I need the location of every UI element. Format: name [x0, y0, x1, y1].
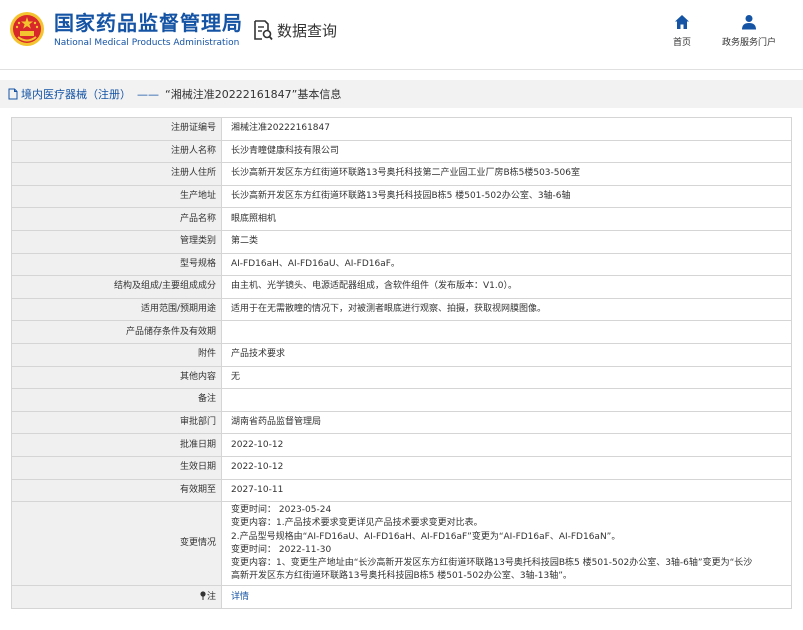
note-label-cell: 注 [11, 585, 222, 609]
national-emblem-icon[interactable] [9, 11, 45, 47]
field-value: 产品技术要求 [221, 342, 792, 367]
changes-value: 变更时间： 2023-05-24 变更内容：1.产品技术要求变更详见产品技术要求… [221, 501, 792, 587]
breadcrumb-section-link[interactable]: 境内医疗器械（注册） [21, 86, 131, 102]
field-label: 结构及组成/主要组成成分 [11, 275, 222, 299]
field-value [221, 320, 792, 344]
table-row-changes: 变更情况 变更时间： 2023-05-24 变更内容：1.产品技术要求变更详见产… [11, 501, 792, 587]
field-label: 批准日期 [11, 433, 222, 457]
field-label: 其他内容 [11, 365, 222, 390]
nav-home[interactable]: 首页 [668, 14, 696, 48]
data-query-label: 数据查询 [277, 21, 338, 40]
table-row: 附件 产品技术要求 [11, 342, 792, 367]
field-value [221, 388, 792, 412]
document-icon [8, 88, 18, 100]
field-label: 注册人住所 [11, 162, 222, 186]
note-label: 注 [206, 591, 216, 602]
field-value: 2022-10-12 [221, 455, 792, 480]
breadcrumb: 境内医疗器械（注册） —— “湘械注准20222161847”基本信息 [0, 80, 803, 108]
breadcrumb-current: “湘械注准20222161847”基本信息 [165, 88, 342, 101]
registration-detail-table: 注册证编号 湘械注准20222161847 注册人名称 长沙青瞳健康科技有限公司 注… [11, 117, 792, 609]
note-value: 详情 [221, 585, 792, 609]
user-icon [742, 15, 756, 30]
table-row: 审批部门 湖南省药品监督管理局 [11, 410, 792, 435]
site-title[interactable]: 国家药品监督管理局 [54, 11, 243, 35]
field-label: 注册人名称 [11, 139, 222, 164]
field-label: 审批部门 [11, 410, 222, 435]
field-label: 适用范围/预期用途 [11, 297, 222, 322]
table-row: 结构及组成/主要组成成分 由主机、光学镜头、电源适配器组成，含软件组件（发布版本：… [11, 275, 792, 299]
field-label: 型号规格 [11, 252, 222, 277]
table-row: 注册人住所 长沙高新开发区东方红街道环联路13号奥托科技第二产业园工业厂房B栋5楼… [11, 162, 792, 186]
field-value: 湖南省药品监督管理局 [221, 410, 792, 435]
table-row: 产品名称 眼底照相机 [11, 207, 792, 231]
field-value: 长沙高新开发区东方红街道环联路13号奥托科技第二产业园工业厂房B栋5楼503-5… [221, 162, 792, 186]
field-label: 备注 [11, 388, 222, 412]
field-value: 长沙青瞳健康科技有限公司 [221, 139, 792, 164]
nav-service-portal-label: 政务服务门户 [721, 38, 776, 48]
field-value: AI-FD16aH、AI-FD16aU、AI-FD16aF。 [221, 252, 792, 277]
field-label: 有效期至 [11, 478, 222, 503]
pin-icon [200, 591, 206, 600]
field-label: 生效日期 [11, 455, 222, 480]
table-row: 管理类别 第二类 [11, 229, 792, 254]
change-line: 变更内容：1.产品技术要求变更详见产品技术要求变更对比表。 [231, 518, 483, 529]
table-row-note: 注 详情 [11, 585, 792, 609]
home-icon [675, 15, 689, 29]
breadcrumb-separator: —— [137, 87, 159, 101]
table-row: 注册人名称 长沙青瞳健康科技有限公司 [11, 139, 792, 164]
header-divider [0, 69, 803, 70]
field-value: 眼底照相机 [221, 207, 792, 231]
field-label: 产品储存条件及有效期 [11, 320, 222, 344]
table-row: 注册证编号 湘械注准20222161847 [11, 117, 792, 141]
table-row: 生产地址 长沙高新开发区东方红街道环联路13号奥托科技园B栋5 楼501-502办… [11, 184, 792, 209]
field-label: 附件 [11, 342, 222, 367]
nav-home-label: 首页 [672, 38, 691, 48]
field-value: 无 [221, 365, 792, 390]
nav-service-portal[interactable]: 政务服务门户 [718, 14, 780, 48]
table-row: 产品储存条件及有效期 [11, 320, 792, 344]
field-value: 第二类 [221, 229, 792, 254]
table-row: 生效日期 2022-10-12 [11, 455, 792, 480]
table-row: 批准日期 2022-10-12 [11, 433, 792, 457]
change-line: 变更内容：1、变更生产地址由“长沙高新开发区东方红街道环联路13号奥托科技园B栋… [231, 557, 753, 568]
site-title-en[interactable]: National Medical Products Administration [54, 37, 239, 49]
details-link[interactable]: 详情 [231, 592, 249, 602]
table-row: 有效期至 2027-10-11 [11, 478, 792, 503]
table-row: 适用范围/预期用途 适用于在无需散瞳的情况下，对被测者眼底进行观察、拍摄，获取视网… [11, 297, 792, 322]
changes-label: 变更情况 [11, 501, 222, 587]
change-line: 高新开发区东方红街道环联路13号奥托科技园B栋5 楼501-502办公室、3轴-… [231, 571, 572, 582]
field-value: 湘械注准20222161847 [221, 117, 792, 141]
table-row: 备注 [11, 388, 792, 412]
field-label: 产品名称 [11, 207, 222, 231]
change-line: 变更时间： 2023-05-24 [231, 505, 332, 516]
site-header: 国家药品监督管理局 National Medical Products Admi… [0, 0, 803, 70]
change-line: 变更时间： 2022-11-30 [231, 544, 332, 555]
field-label: 管理类别 [11, 229, 222, 254]
data-query-title: 数据查询 [253, 17, 337, 43]
field-value: 适用于在无需散瞳的情况下，对被测者眼底进行观察、拍摄，获取视网膜图像。 [221, 297, 792, 322]
field-value: 由主机、光学镜头、电源适配器组成，含软件组件（发布版本：V1.0）。 [221, 275, 792, 299]
table-row: 型号规格 AI-FD16aH、AI-FD16aU、AI-FD16aF。 [11, 252, 792, 277]
table-row: 其他内容无 [11, 365, 792, 390]
field-label: 注册证编号 [11, 117, 222, 141]
field-value: 长沙高新开发区东方红街道环联路13号奥托科技园B栋5 楼501-502办公室、3… [221, 184, 792, 209]
document-search-icon [254, 20, 273, 41]
field-value: 2022-10-12 [221, 433, 792, 457]
field-value: 2027-10-11 [221, 478, 792, 503]
change-line: 2.产品型号规格由“AI-FD16aU、AI-FD16aH、AI-FD16aF”… [231, 531, 621, 542]
field-label: 生产地址 [11, 184, 222, 209]
